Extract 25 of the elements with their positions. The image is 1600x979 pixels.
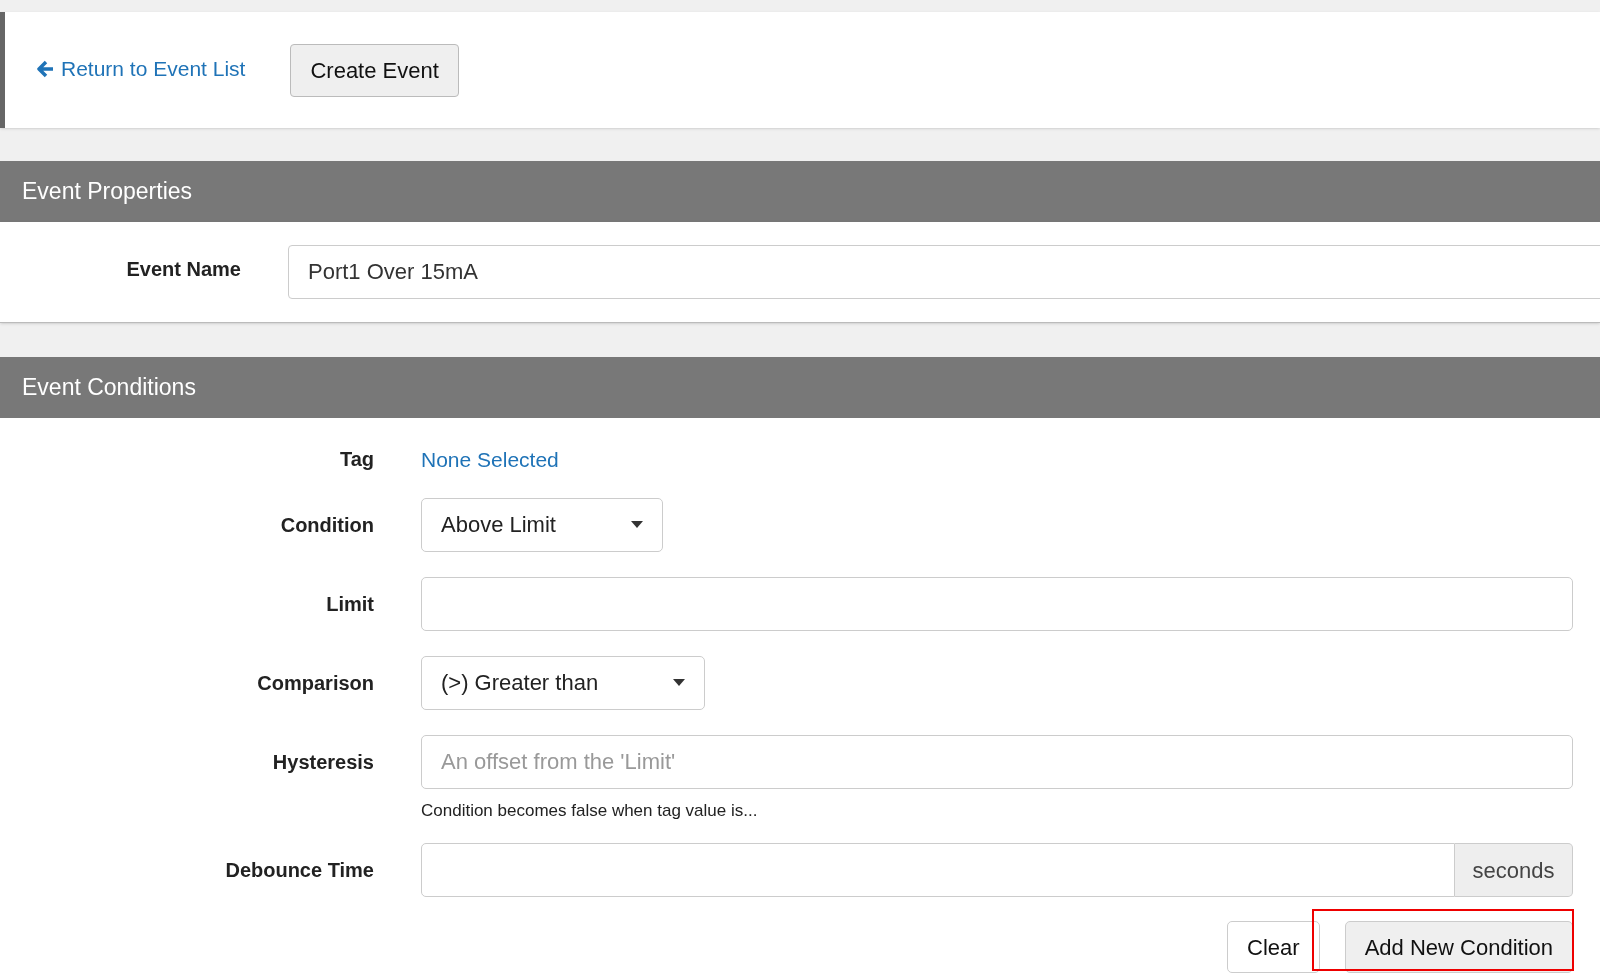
action-button[interactable]: Add New Condition bbox=[1344, 921, 1573, 973]
field-label: Condition bbox=[279, 512, 374, 538]
create-event-button[interactable]: Create Event bbox=[290, 43, 459, 97]
back-link[interactable]: Return to Event List bbox=[37, 53, 246, 85]
caret-icon bbox=[630, 521, 643, 528]
field-label: Event Name bbox=[125, 257, 241, 282]
text-field[interactable]: An offset from the 'Limit' bbox=[421, 734, 1573, 789]
tag-link[interactable]: None Selected bbox=[421, 444, 559, 476]
field-label: Hysteresis bbox=[271, 749, 374, 775]
field-label: Comparison bbox=[256, 670, 374, 696]
unit-label: seconds bbox=[1455, 843, 1573, 897]
event-name-field[interactable]: Port1 Over 15mA bbox=[288, 245, 1600, 299]
dropdown[interactable]: Above Limit bbox=[421, 497, 663, 552]
caret-icon bbox=[673, 679, 686, 686]
help-text: Condition becomes false when tag value is... bbox=[421, 799, 758, 822]
field-label: Tag bbox=[338, 447, 374, 472]
debounce-field[interactable] bbox=[421, 843, 1455, 897]
dropdown[interactable]: (>) Greater than bbox=[421, 655, 706, 710]
action-button[interactable]: Clear bbox=[1227, 921, 1320, 973]
section-title: Event Conditions bbox=[22, 373, 196, 403]
arrow-left-icon bbox=[37, 60, 55, 78]
field-label: Limit bbox=[325, 591, 374, 617]
section-title: Event Properties bbox=[22, 177, 193, 207]
field-label: Debounce Time bbox=[224, 858, 374, 883]
text-field[interactable] bbox=[421, 576, 1573, 631]
